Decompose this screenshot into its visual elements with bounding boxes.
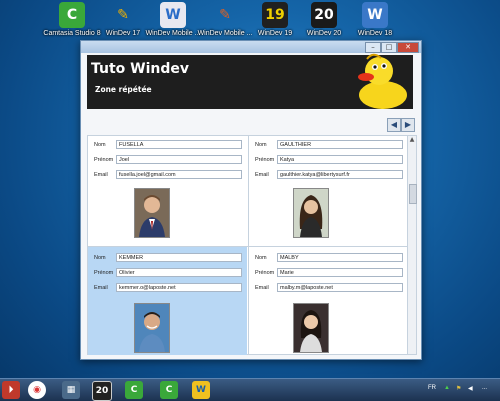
windev-mobile-icon: W bbox=[160, 2, 186, 28]
person-photo bbox=[134, 188, 170, 238]
prenom-field[interactable]: Katya bbox=[277, 155, 403, 164]
email-field[interactable]: fusella.joel@gmail.com bbox=[116, 170, 242, 179]
nom-label: Nom bbox=[255, 255, 267, 261]
prenom-label: Prénom bbox=[94, 270, 114, 276]
row-divider bbox=[88, 246, 408, 247]
nom-field[interactable]: KEMMER bbox=[116, 253, 242, 262]
list-item[interactable]: Nom GAULTHIER Prénom Katya Email gaulthi… bbox=[249, 136, 408, 244]
windev18-icon: W bbox=[362, 2, 388, 28]
camtasia-icon: C bbox=[59, 2, 85, 28]
rubber-duck-icon bbox=[358, 53, 407, 109]
scroll-thumb[interactable] bbox=[409, 184, 417, 204]
windev-mobile-pen-icon: ✎ bbox=[219, 7, 231, 23]
column-divider bbox=[248, 136, 249, 354]
repeated-zone: Nom FUSELLA Prénom Joel Email fusella.jo… bbox=[87, 135, 409, 355]
prenom-field[interactable]: Joel bbox=[116, 155, 242, 164]
email-label: Email bbox=[94, 285, 108, 291]
desktop-icon-windev18[interactable]: W WinDev 18 bbox=[345, 2, 405, 38]
email-field[interactable]: malby.m@laposte.net bbox=[277, 283, 403, 292]
media-player-icon[interactable]: ⏵ bbox=[2, 381, 20, 399]
page-subtitle: Zone répétée bbox=[95, 85, 152, 94]
email-label: Email bbox=[255, 172, 269, 178]
email-label: Email bbox=[94, 172, 108, 178]
desktop-icon-label: WinDev 18 bbox=[357, 30, 393, 37]
camtasia-taskbar-icon[interactable]: C bbox=[125, 381, 143, 399]
windev20-icon: 20 bbox=[311, 2, 337, 28]
volume-icon[interactable]: ◀ bbox=[468, 385, 473, 392]
person-photo bbox=[293, 188, 329, 238]
desktop-icon-windev-mobile[interactable]: W WinDev Mobile ... bbox=[143, 2, 203, 38]
nom-label: Nom bbox=[94, 142, 106, 148]
previous-page-button[interactable]: ◀ bbox=[387, 118, 401, 132]
prenom-field[interactable]: Marie bbox=[277, 268, 403, 277]
list-item[interactable]: Nom MALBY Prénom Marie Email malby.m@lap… bbox=[249, 247, 408, 355]
email-field[interactable]: gaulthier.katya@libertysurf.fr bbox=[277, 170, 403, 179]
chrome-icon[interactable]: ◉ bbox=[28, 381, 46, 399]
person-photo bbox=[134, 303, 170, 353]
prenom-label: Prénom bbox=[255, 270, 275, 276]
nom-label: Nom bbox=[94, 255, 106, 261]
calculator-icon[interactable]: ▦ bbox=[62, 381, 80, 399]
nom-field[interactable]: FUSELLA bbox=[116, 140, 242, 149]
windev19-icon: 19 bbox=[262, 2, 288, 28]
prenom-field[interactable]: Olivier bbox=[116, 268, 242, 277]
email-field[interactable]: kemmer.o@laposte.net bbox=[116, 283, 242, 292]
person-photo bbox=[293, 303, 329, 353]
prenom-label: Prénom bbox=[255, 157, 275, 163]
prenom-label: Prénom bbox=[94, 157, 114, 163]
language-indicator[interactable]: FR bbox=[428, 385, 436, 391]
windev20-taskbar-icon[interactable]: 20 bbox=[92, 381, 112, 401]
camtasia-recorder-icon[interactable]: C bbox=[160, 381, 178, 399]
app-header: Tuto Windev Zone répétée bbox=[87, 53, 413, 109]
network-icon[interactable]: ▲ bbox=[444, 385, 450, 391]
list-item[interactable]: Nom FUSELLA Prénom Joel Email fusella.jo… bbox=[88, 136, 247, 244]
taskbar: ⏵ ◉ ▦ 20 C C W FR ▲ ⚑ ◀ ... bbox=[0, 378, 500, 401]
nom-field[interactable]: GAULTHIER bbox=[277, 140, 403, 149]
next-page-button[interactable]: ▶ bbox=[401, 118, 415, 132]
scroll-up-icon[interactable]: ▲ bbox=[408, 136, 416, 144]
desktop-icon-label: WinDev Mobile ... bbox=[145, 30, 201, 37]
flag-icon[interactable]: ⚑ bbox=[456, 385, 461, 392]
nom-label: Nom bbox=[255, 142, 267, 148]
clock[interactable]: ... bbox=[482, 385, 487, 391]
email-label: Email bbox=[255, 285, 269, 291]
vertical-scrollbar[interactable]: ▲ bbox=[407, 135, 417, 355]
windev17-icon: ✎ bbox=[117, 7, 129, 23]
list-item-selected[interactable]: Nom KEMMER Prénom Olivier Email kemmer.o… bbox=[88, 247, 247, 355]
app-window: – □ ✕ Tuto Windev Zone répétée ◀ ▶ Nom F… bbox=[80, 40, 422, 360]
windev-app-icon[interactable]: W bbox=[192, 381, 210, 399]
page-title: Tuto Windev bbox=[91, 61, 190, 77]
nom-field[interactable]: MALBY bbox=[277, 253, 403, 262]
